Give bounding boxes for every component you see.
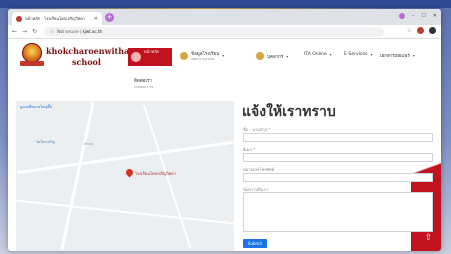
nav-buttons: ← → ↻ (12, 28, 37, 35)
account-avatar[interactable] (429, 27, 436, 34)
back-icon[interactable]: ← (12, 28, 17, 35)
url-host: kjwt.ac.th (82, 29, 103, 34)
menu-home-sub: HOME (144, 69, 154, 73)
email-field[interactable] (243, 153, 433, 162)
name-field[interactable] (243, 133, 433, 142)
window-controls: – ☐ ✕ (398, 13, 437, 19)
submit-button[interactable]: Submit (243, 239, 267, 248)
menu-contact-label: ติดต่อเรา (134, 79, 152, 84)
url-prefix: Not secure | (57, 29, 82, 34)
menu-home[interactable]: หน้าหลัก HOME (128, 48, 172, 73)
chevron-down-icon: ▾ (222, 53, 225, 58)
chevron-down-icon: ▾ (286, 53, 289, 59)
message-field[interactable] (243, 192, 433, 232)
address-bar-row: ← → ↻ ⓘ Not secure | kjwt.ac.th ☆ (8, 25, 441, 39)
map-road (16, 140, 234, 175)
map-road (16, 199, 234, 225)
brand-name[interactable]: khokcharoenwithaya (46, 46, 139, 56)
browser-window: หน้าหลัก - โรงเรียนโคกเจริญวิทยา ✕ + – ☐… (8, 9, 441, 251)
menu-ita-label: ITA Online (304, 52, 327, 57)
menu-staff-label: บุคลากร (267, 54, 284, 60)
favicon-icon (16, 15, 22, 22)
menu-documents[interactable]: เอกสารเผยแพร่ ▾ (380, 52, 415, 59)
site-header: khokcharoenwithaya school หน้าหลัก HOME … (8, 39, 441, 101)
menu-eservices[interactable]: E-Services ▾ (344, 52, 372, 57)
menu-contact[interactable]: ติดต่อเรา CONTACT US (134, 77, 153, 89)
phone-label: หมายเลขโทรศัพท์ (243, 167, 275, 172)
forward-icon[interactable]: → (22, 28, 27, 35)
logo-ribbon (20, 61, 44, 66)
menu-contact-sub: CONTACT US (134, 85, 154, 89)
menu-about[interactable]: ข้อมูลโรงเรียน ABOUT SCHOOL ▾ (180, 50, 224, 61)
menu-home-label: หน้าหลัก (144, 49, 160, 54)
menu-eservices-label: E-Services (344, 52, 368, 57)
menu-ita[interactable]: ITA Online ▾ (304, 52, 332, 57)
maximize-button[interactable]: ☐ (421, 13, 425, 19)
menu-documents-label: เอกสารเผยแพร่ (380, 54, 410, 59)
phone-field[interactable] (243, 173, 433, 182)
brand-name-line2[interactable]: school (72, 57, 101, 67)
school-icon (180, 51, 188, 60)
map-pin-label[interactable]: โรงเรียนโคกเจริญวิทยา (135, 170, 176, 177)
scroll-to-top-icon[interactable]: ⇧ (424, 233, 433, 244)
extension-icon[interactable] (417, 27, 424, 34)
bookmark-star-icon[interactable]: ☆ (407, 27, 412, 34)
chevron-down-icon: ▾ (329, 52, 332, 57)
close-tab-icon[interactable]: ✕ (94, 16, 98, 22)
background-stripe (0, 0, 451, 8)
larger-map-link[interactable]: ดูแผนที่ขนาดใหญ่ขึ้น (20, 104, 52, 110)
reload-icon[interactable]: ↻ (32, 28, 37, 35)
map-pin-icon[interactable] (124, 167, 135, 178)
name-label: ชื่อ - นามสกุล * (243, 127, 271, 132)
tab-strip: หน้าหลัก - โรงเรียนโคกเจริญวิทยา ✕ + – ☐… (8, 9, 441, 25)
home-icon (131, 52, 141, 62)
map-road (60, 102, 95, 250)
tab-title: หน้าหลัก - โรงเรียนโคกเจริญวิทยา (25, 16, 85, 21)
map-area-label: ตำบล (84, 142, 93, 146)
url-field[interactable]: ⓘ Not secure | kjwt.ac.th (44, 27, 384, 37)
browser-tab[interactable]: หน้าหลัก - โรงเรียนโคกเจริญวิทยา ✕ (12, 12, 102, 25)
profile-icon[interactable] (398, 13, 405, 19)
close-window-button[interactable]: ✕ (433, 13, 437, 19)
chevron-down-icon: ▾ (370, 52, 373, 57)
menu-staff[interactable]: บุคลากร ▾ (256, 52, 288, 60)
form-title: แจ้งให้เราทราบ (242, 104, 336, 120)
new-tab-button[interactable]: + (105, 13, 114, 22)
minimize-button[interactable]: – (412, 13, 415, 19)
menu-about-sub: ABOUT SCHOOL (191, 57, 216, 61)
email-label: อีเมล * (243, 147, 256, 152)
school-logo-icon[interactable] (22, 43, 42, 63)
info-icon[interactable]: ⓘ (50, 29, 54, 34)
chevron-down-icon: ▾ (412, 53, 415, 58)
toolbar-right: ☆ (407, 27, 436, 34)
embedded-map[interactable]: ดูแผนที่ขนาดใหญ่ขึ้น วัดโคกเจริญ ตำบล โร… (16, 101, 234, 251)
map-place-label: วัดโคกเจริญ (36, 140, 55, 144)
staff-icon (256, 52, 264, 60)
